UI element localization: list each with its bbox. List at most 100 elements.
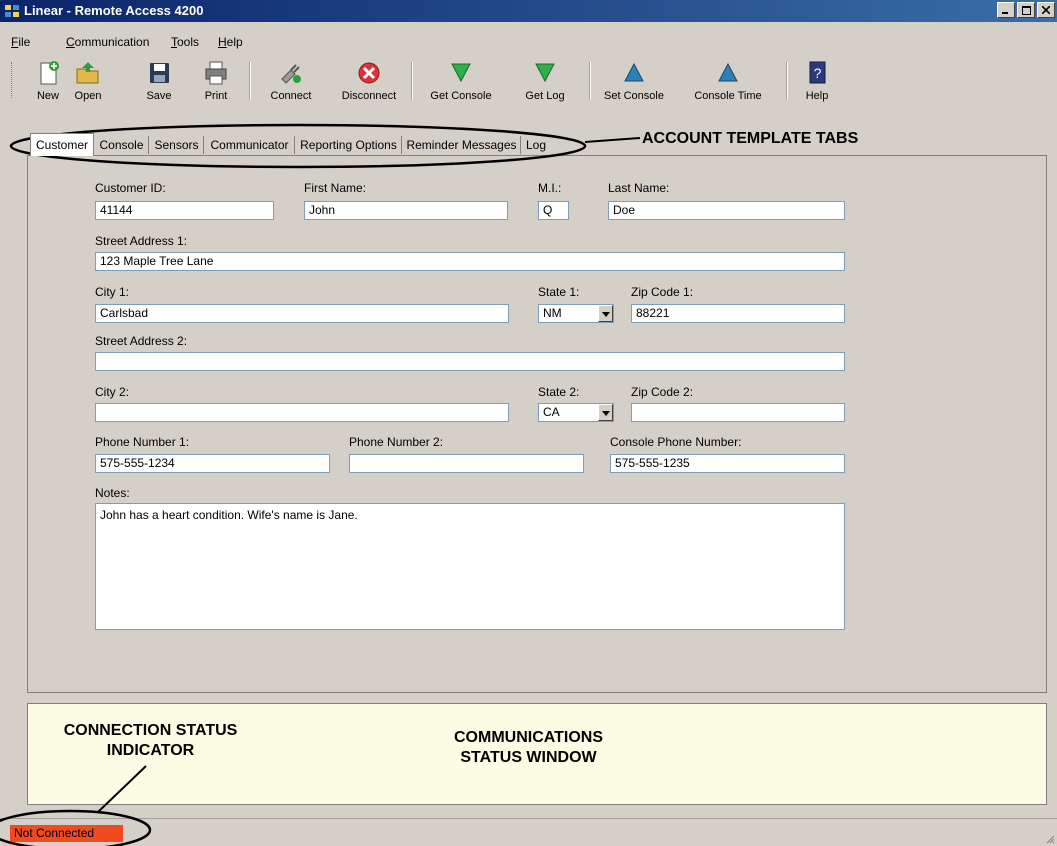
menu-communication[interactable]: Communication bbox=[66, 35, 149, 49]
zip-code-2-field[interactable] bbox=[631, 403, 845, 422]
tab-sensors[interactable]: Sensors bbox=[150, 136, 204, 154]
connect-plug-icon bbox=[281, 64, 301, 84]
phone-number-1-field[interactable]: 575-555-1234 bbox=[95, 454, 330, 473]
get-log-arrow-down-icon bbox=[535, 63, 555, 83]
customer-id-label: Customer ID: bbox=[95, 181, 166, 195]
notes-textarea[interactable]: John has a heart condition. Wife's name … bbox=[95, 503, 845, 630]
customer-id-field[interactable]: 41144 bbox=[95, 201, 274, 220]
phone-number-1-label: Phone Number 1: bbox=[95, 435, 190, 449]
console-phone-number-label: Console Phone Number: bbox=[610, 435, 742, 449]
status-bar: Not Connected bbox=[0, 818, 1057, 846]
connect-button[interactable]: Connect bbox=[265, 56, 317, 108]
app-icon bbox=[5, 5, 19, 17]
street-address-2-field[interactable] bbox=[95, 352, 845, 371]
minimize-icon bbox=[1002, 12, 1008, 14]
help-label: Help bbox=[805, 90, 829, 102]
tab-log[interactable]: Log bbox=[522, 136, 550, 154]
mi-label: M.I.: bbox=[538, 181, 562, 195]
toolbar-grip[interactable] bbox=[11, 62, 14, 98]
save-button[interactable]: Save bbox=[142, 56, 176, 108]
toolbar-separator bbox=[411, 62, 413, 100]
console-time-arrow-up-icon bbox=[718, 62, 738, 82]
menu-file[interactable]: File bbox=[11, 35, 30, 49]
disconnect-button[interactable]: Disconnect bbox=[334, 56, 404, 108]
tab-communicator[interactable]: Communicator bbox=[205, 136, 295, 154]
street-address-1-label: Street Address 1: bbox=[95, 234, 188, 248]
city-1-label: City 1: bbox=[95, 285, 130, 299]
state-1-select[interactable]: NM bbox=[538, 304, 614, 323]
zip-code-2-label: Zip Code 2: bbox=[631, 385, 694, 399]
connection-status-indicator: Not Connected bbox=[10, 825, 123, 842]
console-time-button[interactable]: Console Time bbox=[688, 56, 768, 108]
set-console-button[interactable]: Set Console bbox=[598, 56, 670, 108]
connect-label: Connect bbox=[270, 90, 312, 102]
zip-code-1-field[interactable]: 88221 bbox=[631, 304, 845, 323]
communications-status-callout-line1: COMMUNICATIONS bbox=[453, 729, 604, 746]
disconnect-label: Disconnect bbox=[341, 90, 397, 102]
connection-status-callout: CONNECTION STATUS INDICATOR bbox=[48, 721, 253, 761]
printer-icon bbox=[205, 61, 227, 85]
account-template-tabs-callout: ACCOUNT TEMPLATE TABS bbox=[642, 130, 859, 147]
minimize-button[interactable] bbox=[997, 2, 1015, 18]
help-book-icon: ? bbox=[809, 61, 826, 84]
street-address-2-label: Street Address 2: bbox=[95, 334, 188, 348]
set-console-arrow-up-icon bbox=[624, 62, 644, 82]
resize-grip-icon[interactable] bbox=[1045, 834, 1055, 844]
app-window: Linear - Remote Access 4200 File Communi… bbox=[0, 0, 1057, 846]
get-console-label: Get Console bbox=[430, 90, 492, 102]
print-button[interactable]: Print bbox=[199, 56, 233, 108]
print-label: Print bbox=[204, 90, 228, 102]
phone-number-2-field[interactable] bbox=[349, 454, 584, 473]
toolbar-separator bbox=[786, 62, 788, 100]
tab-customer[interactable]: Customer bbox=[30, 133, 94, 156]
open-folder-icon bbox=[76, 62, 99, 84]
new-button[interactable]: New bbox=[31, 56, 65, 108]
customer-panel: Customer ID: 41144 First Name: John M.I.… bbox=[27, 155, 1047, 693]
tab-reminder-messages[interactable]: Reminder Messages bbox=[403, 136, 521, 154]
city-2-field[interactable] bbox=[95, 403, 509, 422]
get-log-button[interactable]: Get Log bbox=[515, 56, 575, 108]
svg-text:?: ? bbox=[814, 65, 822, 81]
open-label: Open bbox=[74, 90, 102, 102]
state-2-select[interactable]: CA bbox=[538, 403, 614, 422]
save-label: Save bbox=[146, 90, 172, 102]
state-1-value: NM bbox=[543, 306, 562, 320]
close-icon bbox=[1042, 6, 1050, 14]
maximize-icon bbox=[1021, 5, 1031, 15]
help-button[interactable]: ? Help bbox=[800, 56, 834, 108]
first-name-label: First Name: bbox=[304, 181, 367, 195]
phone-number-2-label: Phone Number 2: bbox=[349, 435, 444, 449]
notes-label: Notes: bbox=[95, 486, 130, 500]
chevron-down-icon[interactable] bbox=[598, 404, 613, 421]
tab-console[interactable]: Console bbox=[95, 136, 149, 154]
street-address-1-field[interactable]: 123 Maple Tree Lane bbox=[95, 252, 845, 271]
state-2-value: CA bbox=[543, 405, 560, 419]
get-console-button[interactable]: Get Console bbox=[420, 56, 502, 108]
last-name-field[interactable]: Doe bbox=[608, 201, 845, 220]
toolbar-separator bbox=[589, 62, 591, 100]
menu-tools[interactable]: Tools bbox=[171, 35, 199, 49]
console-time-label: Console Time bbox=[694, 90, 762, 102]
close-button[interactable] bbox=[1037, 2, 1055, 18]
chevron-down-icon[interactable] bbox=[598, 305, 613, 322]
set-console-label: Set Console bbox=[604, 90, 664, 102]
city-1-field[interactable]: Carlsbad bbox=[95, 304, 509, 323]
window-title: Linear - Remote Access 4200 bbox=[24, 3, 204, 18]
open-button[interactable]: Open bbox=[71, 56, 105, 108]
maximize-button[interactable] bbox=[1017, 2, 1035, 18]
menu-help[interactable]: Help bbox=[218, 35, 243, 49]
get-console-arrow-down-icon bbox=[451, 63, 471, 83]
zip-code-1-label: Zip Code 1: bbox=[631, 285, 694, 299]
title-bar[interactable]: Linear - Remote Access 4200 bbox=[0, 0, 1057, 22]
first-name-field[interactable]: John bbox=[304, 201, 508, 220]
city-2-label: City 2: bbox=[95, 385, 130, 399]
tab-reporting-options[interactable]: Reporting Options bbox=[296, 136, 402, 154]
mi-field[interactable]: Q bbox=[538, 201, 569, 220]
state-1-label: State 1: bbox=[538, 285, 580, 299]
last-name-label: Last Name: bbox=[608, 181, 670, 195]
window-controls bbox=[997, 2, 1055, 18]
disconnect-icon bbox=[358, 62, 380, 84]
console-phone-number-field[interactable]: 575-555-1235 bbox=[610, 454, 845, 473]
new-label: New bbox=[36, 90, 59, 102]
state-2-label: State 2: bbox=[538, 385, 580, 399]
